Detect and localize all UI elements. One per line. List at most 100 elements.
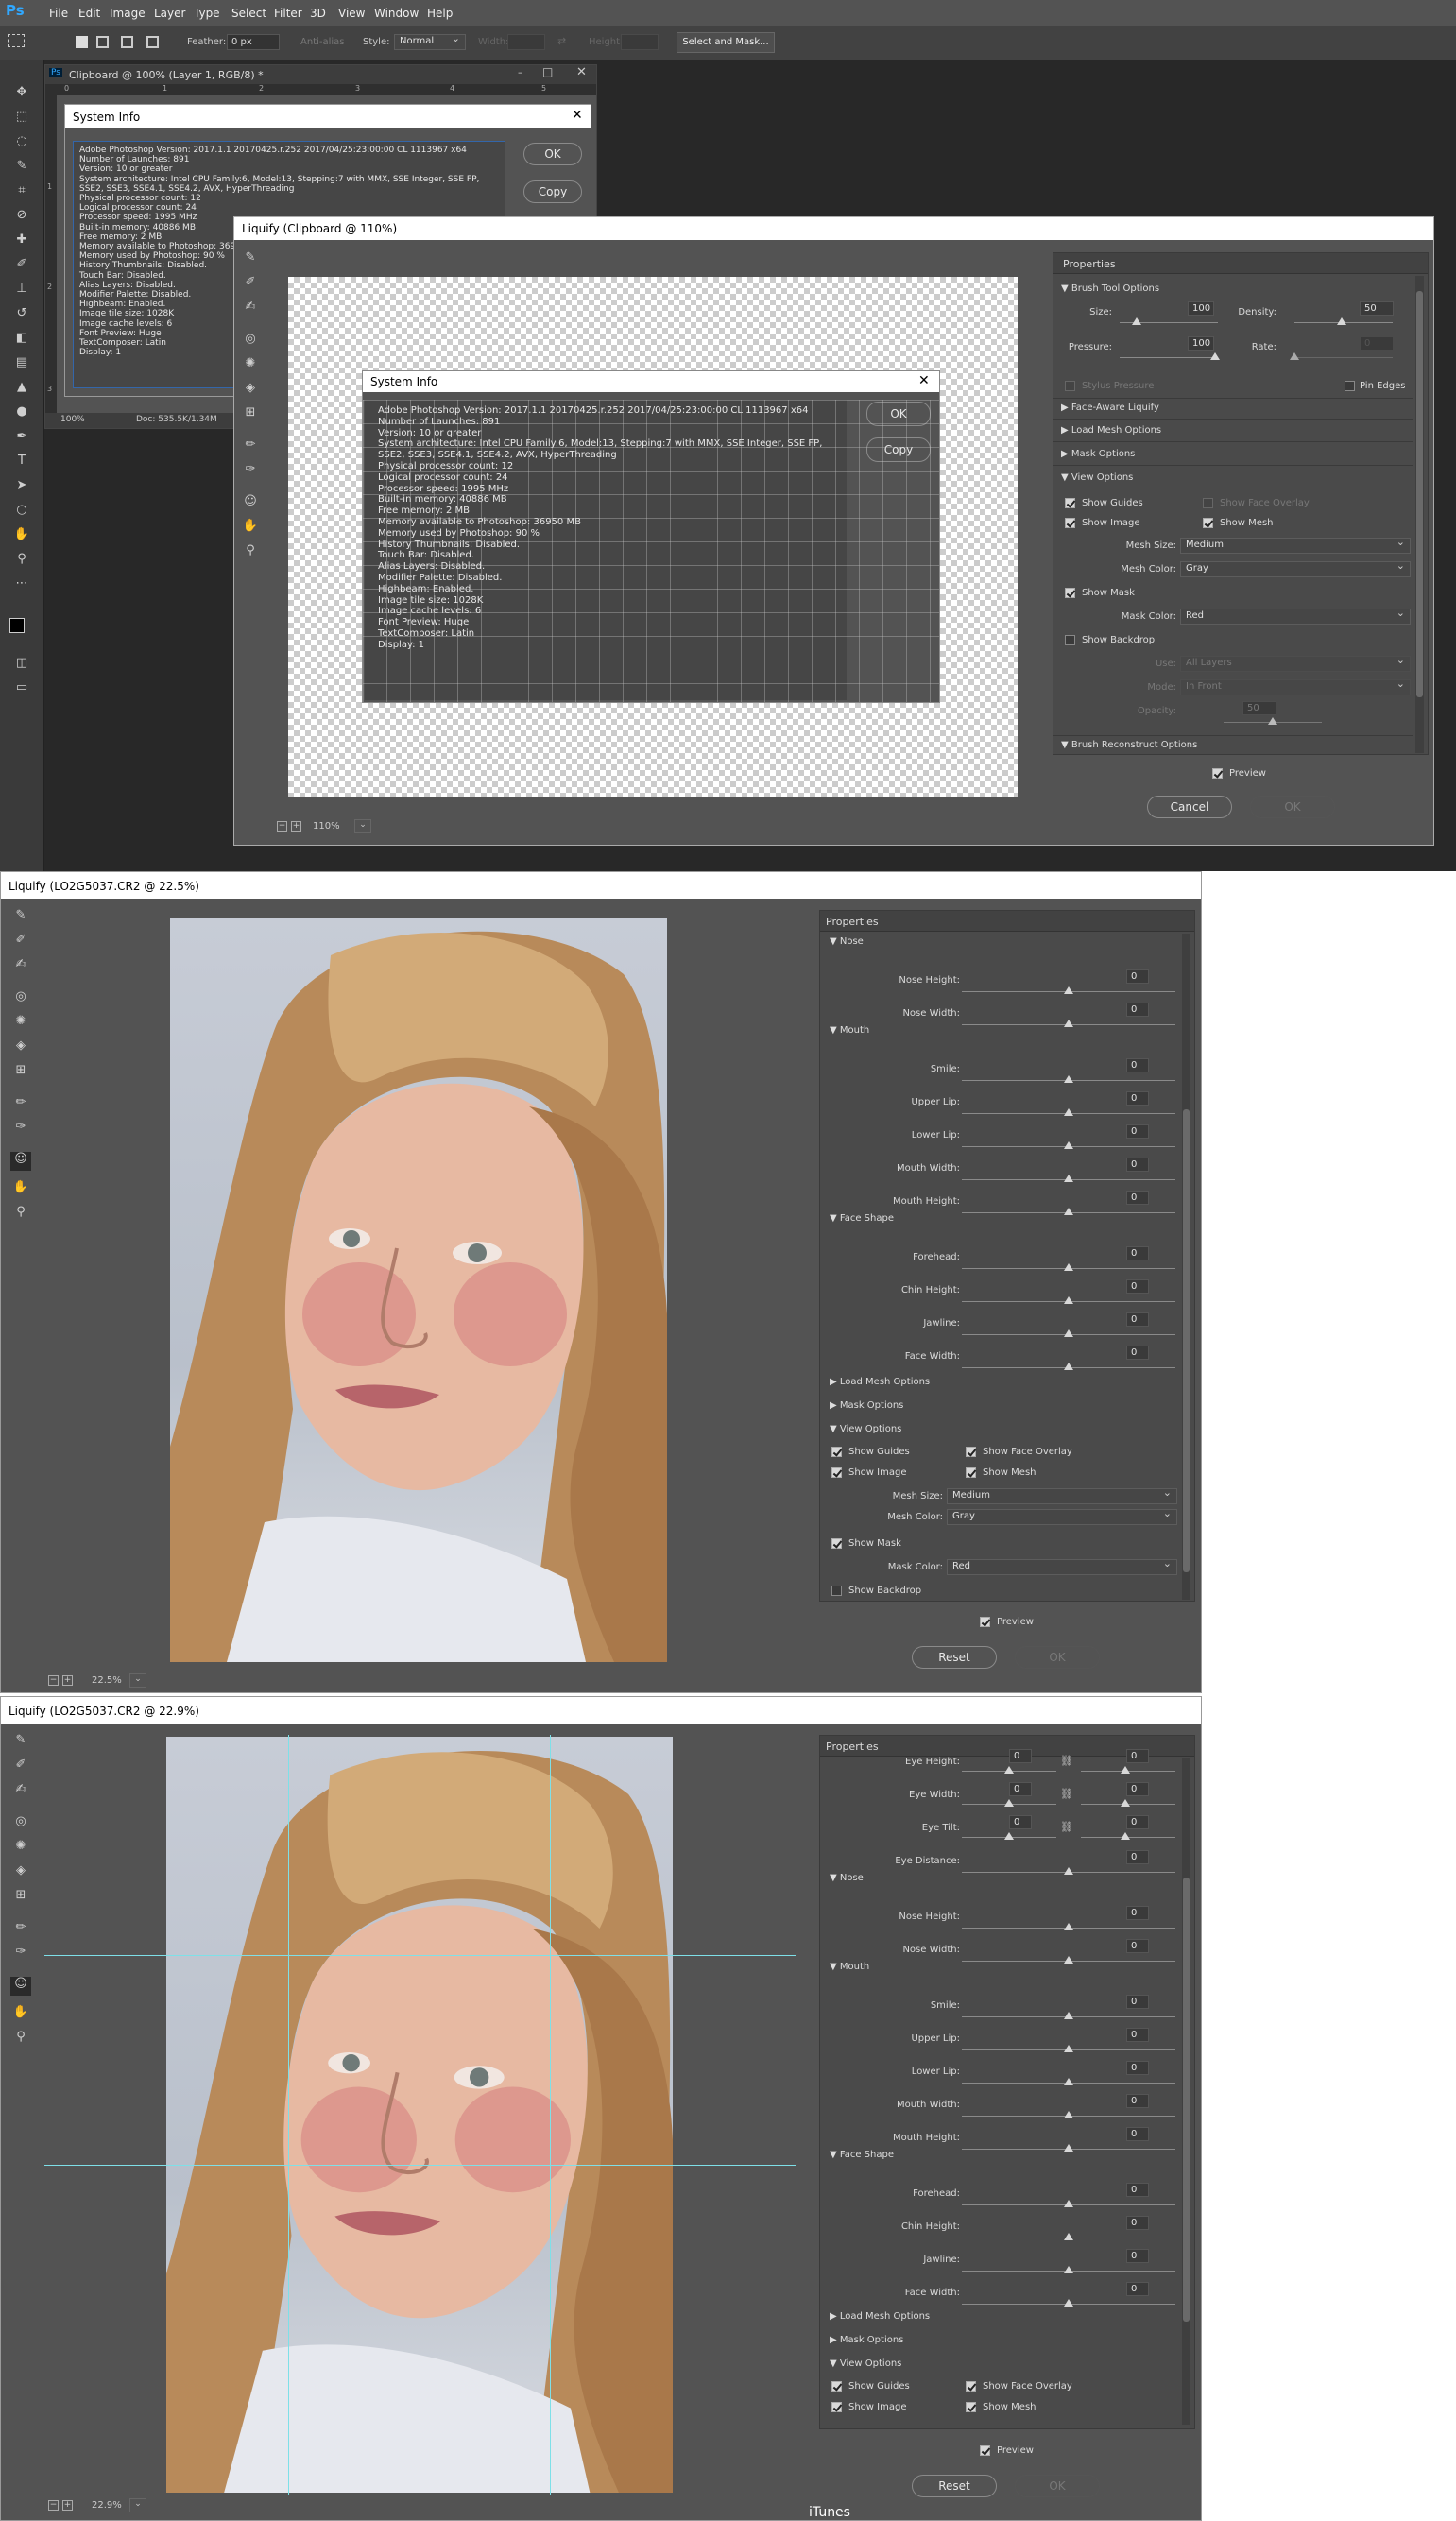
menu-type[interactable]: Type xyxy=(194,7,220,20)
upper-lip-slider-thumb[interactable] xyxy=(1064,2045,1073,2052)
swap-icon[interactable]: ⇄ xyxy=(557,35,566,47)
face-width-slider-thumb[interactable] xyxy=(1064,2299,1073,2307)
smile-input[interactable]: 0 xyxy=(1126,1995,1149,2009)
menu-3d[interactable]: 3D xyxy=(310,7,326,20)
load-mesh-header[interactable]: ▶ Load Mesh Options xyxy=(830,2311,930,2322)
mouth-width-slider-thumb[interactable] xyxy=(1064,1175,1073,1182)
reconstruct-icon[interactable]: ✐ xyxy=(10,1758,31,1776)
ok-button[interactable]: OK xyxy=(1015,1646,1100,1669)
menu-select[interactable]: Select xyxy=(231,7,266,20)
foreground-color-swatch[interactable] xyxy=(9,618,25,633)
ok-button[interactable]: OK xyxy=(1250,796,1335,818)
hand-tool-icon[interactable]: ✋ xyxy=(10,1180,31,1199)
zoom-tool-icon[interactable]: ⚲ xyxy=(240,543,261,562)
pressure-slider-track[interactable] xyxy=(1120,357,1218,358)
mask-color-select[interactable]: Red xyxy=(947,1557,1177,1575)
eye-tilt-left-input[interactable]: 0 xyxy=(1009,1815,1032,1829)
maximize-icon[interactable]: □ xyxy=(542,65,553,78)
new-selection-icon[interactable] xyxy=(76,36,88,48)
face-aware-liquify-header[interactable]: ▶ Face-Aware Liquify xyxy=(1061,403,1159,413)
zoom-in-icon[interactable]: + xyxy=(62,1675,73,1686)
preview-checkbox[interactable] xyxy=(980,1617,990,1627)
preview-checkbox[interactable] xyxy=(1212,768,1223,779)
forehead-slider-thumb[interactable] xyxy=(1064,1263,1073,1271)
stylus-pressure-checkbox[interactable] xyxy=(1065,381,1075,391)
push-left-icon[interactable]: ⊞ xyxy=(10,1063,31,1082)
clone-stamp-icon[interactable]: ⊥ xyxy=(11,282,32,300)
link-icon[interactable]: ⛓ xyxy=(1060,1755,1073,1767)
show-backdrop-checkbox[interactable] xyxy=(831,1586,842,1596)
menu-image[interactable]: Image xyxy=(110,7,146,20)
marquee-tool-icon[interactable]: ⬚ xyxy=(11,110,32,129)
properties-scrollbar-thumb[interactable] xyxy=(1183,1878,1190,2322)
menu-window[interactable]: Window xyxy=(374,7,419,20)
guide-line-horizontal[interactable] xyxy=(44,2165,796,2166)
style-select[interactable]: Normal xyxy=(394,32,466,50)
mesh-size-select[interactable]: Medium xyxy=(947,1486,1177,1504)
properties-scrollbar-thumb[interactable] xyxy=(1416,291,1423,697)
crop-tool-icon[interactable]: ⌗ xyxy=(11,183,32,202)
load-mesh-options-header[interactable]: ▶ Load Mesh Options xyxy=(1061,425,1161,436)
mouth-height-slider-thumb[interactable] xyxy=(1064,1208,1073,1215)
eye-width-right-thumb[interactable] xyxy=(1121,1799,1130,1807)
face-tool-icon[interactable]: ☺ xyxy=(10,1977,31,1996)
freeze-mask-icon[interactable]: ✏ xyxy=(10,1920,31,1939)
show-guides-checkbox[interactable] xyxy=(1065,498,1075,508)
push-left-icon[interactable]: ⊞ xyxy=(10,1888,31,1907)
show-face-overlay-checkbox[interactable] xyxy=(966,2381,976,2392)
lower-lip-input[interactable]: 0 xyxy=(1126,2061,1149,2075)
feather-input[interactable]: 0 px xyxy=(227,34,280,50)
size-input[interactable]: 100 xyxy=(1188,301,1214,316)
twirl-icon[interactable]: ◎ xyxy=(10,989,31,1008)
freeze-mask-icon[interactable]: ✏ xyxy=(10,1095,31,1114)
face-width-slider-thumb[interactable] xyxy=(1064,1363,1073,1370)
freeze-mask-icon[interactable]: ✏ xyxy=(240,437,261,456)
reset-button[interactable]: Reset xyxy=(912,1646,997,1669)
zoom-level[interactable]: 22.9% xyxy=(92,2500,122,2511)
hand-tool-icon[interactable]: ✋ xyxy=(11,527,32,546)
face-width-input[interactable]: 0 xyxy=(1126,1346,1149,1360)
jawline-input[interactable]: 0 xyxy=(1126,1312,1149,1327)
marquee-tool-icon[interactable] xyxy=(8,34,25,47)
menu-view[interactable]: View xyxy=(338,7,365,20)
view-options-header[interactable]: ▼ View Options xyxy=(830,1424,901,1434)
thaw-mask-icon[interactable]: ✑ xyxy=(10,1120,31,1139)
nose-height-slider-thumb[interactable] xyxy=(1064,1923,1073,1930)
menu-filter[interactable]: Filter xyxy=(274,7,302,20)
lower-lip-slider-thumb[interactable] xyxy=(1064,2078,1073,2085)
mouth-header[interactable]: ▼ Mouth xyxy=(830,1025,869,1036)
eye-tilt-right-thumb[interactable] xyxy=(1121,1832,1130,1840)
zoom-level[interactable]: 110% xyxy=(313,821,340,832)
eye-distance-slider-thumb[interactable] xyxy=(1064,1867,1073,1875)
view-options-header[interactable]: ▼ View Options xyxy=(1061,472,1133,483)
preview-checkbox[interactable] xyxy=(980,2445,990,2456)
push-left-icon[interactable]: ⊞ xyxy=(240,405,261,424)
lower-lip-input[interactable]: 0 xyxy=(1126,1124,1149,1139)
density-slider-thumb[interactable] xyxy=(1337,317,1346,325)
brush-tool-options-header[interactable]: ▼ Brush Tool Options xyxy=(1061,283,1159,294)
add-selection-icon[interactable] xyxy=(96,36,109,48)
mouth-width-input[interactable]: 0 xyxy=(1126,2094,1149,2108)
zoom-out-icon[interactable]: − xyxy=(48,1675,59,1686)
mask-options-header[interactable]: ▶ Mask Options xyxy=(830,1400,903,1411)
mask-options-header[interactable]: ▶ Mask Options xyxy=(1061,449,1135,459)
size-slider-thumb[interactable] xyxy=(1132,317,1141,325)
subtract-selection-icon[interactable] xyxy=(121,36,133,48)
rate-input[interactable]: 0 xyxy=(1360,336,1394,351)
reconstruct-icon[interactable]: ✐ xyxy=(10,933,31,952)
chin-height-input[interactable]: 0 xyxy=(1126,2216,1149,2230)
zoom-dropdown[interactable]: ⌄ xyxy=(354,819,371,833)
show-guides-checkbox[interactable] xyxy=(831,1447,842,1457)
forehead-input[interactable]: 0 xyxy=(1126,1246,1149,1260)
show-image-checkbox[interactable] xyxy=(831,2402,842,2412)
eyedropper-icon[interactable]: ⊘ xyxy=(11,208,32,227)
chin-height-input[interactable]: 0 xyxy=(1126,1279,1149,1294)
nose-height-input[interactable]: 0 xyxy=(1126,969,1149,984)
zoom-in-icon[interactable]: + xyxy=(62,2500,73,2511)
show-image-checkbox[interactable] xyxy=(1065,518,1075,528)
bloat-icon[interactable]: ◈ xyxy=(240,381,261,400)
chin-height-slider-thumb[interactable] xyxy=(1064,2233,1073,2240)
mesh-color-select[interactable]: Gray xyxy=(947,1507,1177,1525)
eye-height-left-thumb[interactable] xyxy=(1004,1766,1014,1774)
thaw-mask-icon[interactable]: ✑ xyxy=(240,462,261,481)
